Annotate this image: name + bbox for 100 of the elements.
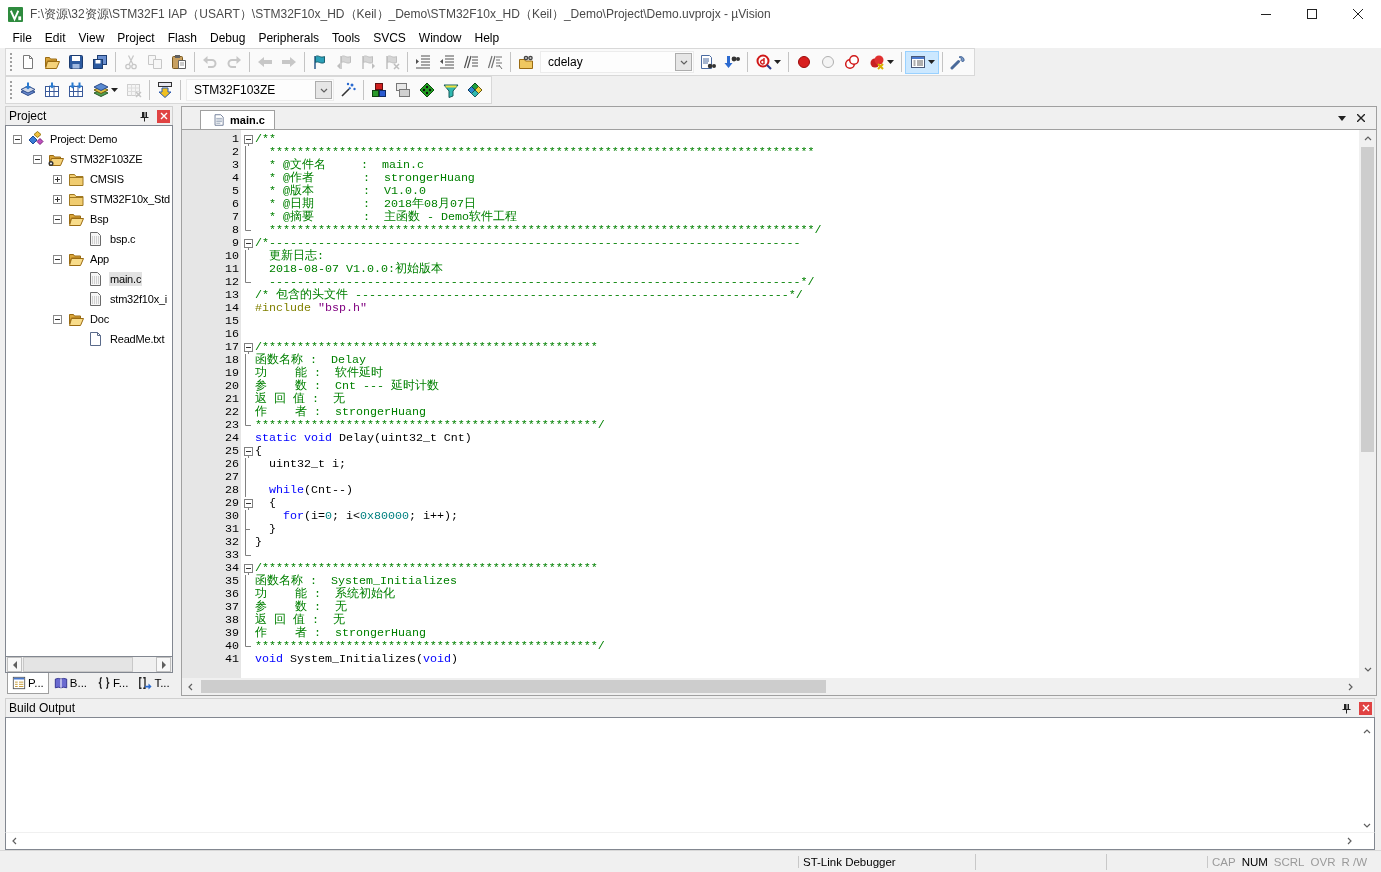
menu-item[interactable]: Help bbox=[468, 31, 506, 45]
maximize-icon bbox=[1307, 9, 1317, 19]
line-number: 24 bbox=[224, 432, 240, 445]
close-icon bbox=[1353, 9, 1363, 19]
brackets-arrow-icon bbox=[138, 676, 153, 690]
tree-item[interactable]: Project: Demo bbox=[49, 132, 119, 146]
page-icon bbox=[213, 113, 226, 127]
code-line: *************************************************/ bbox=[255, 419, 605, 432]
collapse-icon[interactable] bbox=[13, 134, 22, 144]
panel-tab[interactable]: P... bbox=[7, 673, 49, 694]
panel-tab[interactable]: F... bbox=[92, 673, 134, 694]
menu-item[interactable]: Project bbox=[110, 31, 162, 45]
grid-down-arrow-icon bbox=[44, 82, 60, 98]
up-chevron-icon bbox=[1363, 135, 1372, 142]
menu-item[interactable]: View bbox=[72, 31, 111, 45]
line-number: 2 bbox=[231, 146, 240, 159]
scroll-left-button[interactable] bbox=[7, 657, 22, 672]
code-line: uint32_t i; bbox=[269, 458, 346, 471]
code-line: 参 数 : 无 bbox=[255, 601, 347, 614]
pin-button[interactable] bbox=[1342, 702, 1351, 714]
expand-icon[interactable] bbox=[53, 174, 62, 184]
tree-item[interactable]: App bbox=[89, 252, 110, 266]
folder-icon bbox=[68, 171, 84, 187]
wrench-icon bbox=[950, 54, 966, 70]
line-number: 1 bbox=[231, 133, 240, 146]
tab-list-button[interactable] bbox=[1338, 115, 1346, 121]
collapse-icon[interactable] bbox=[244, 497, 253, 510]
source-file-icon bbox=[88, 291, 104, 307]
tree-item[interactable]: Doc bbox=[89, 312, 110, 326]
code-line: ****************************************************************************** bbox=[269, 146, 815, 159]
caret-icon bbox=[773, 60, 781, 64]
collapse-icon[interactable] bbox=[53, 314, 62, 324]
code-line: void System_Initializes(void) bbox=[255, 653, 458, 666]
scroll-thumb[interactable] bbox=[1361, 147, 1374, 452]
code-line: /************************************************ bbox=[255, 341, 598, 354]
menu-item[interactable]: Peripherals bbox=[251, 31, 326, 45]
line-number: 7 bbox=[231, 211, 240, 224]
tree-item[interactable]: Bsp bbox=[89, 212, 110, 226]
collapse-icon[interactable] bbox=[244, 562, 253, 575]
grip-icon bbox=[9, 52, 13, 72]
two-rings-icon bbox=[844, 54, 860, 70]
tree-item[interactable]: STM32F103ZE bbox=[69, 152, 144, 166]
menu-item[interactable]: File bbox=[6, 31, 39, 45]
line-number: 37 bbox=[224, 601, 240, 614]
caret-icon bbox=[927, 60, 935, 64]
combo-field[interactable]: STM32F103ZE bbox=[186, 79, 334, 101]
blank-page-icon bbox=[20, 54, 36, 70]
menu-item[interactable]: Tools bbox=[325, 31, 367, 45]
pin-button[interactable] bbox=[140, 110, 149, 122]
text-file-icon bbox=[88, 331, 104, 347]
code-line: * @版本 : V1.0.0 bbox=[269, 185, 426, 198]
stacked-floppy-disks-icon bbox=[92, 54, 108, 70]
code-line: /* 包含的头文件 --------------------------------------------------------------*/ bbox=[255, 289, 803, 302]
close-panel-button[interactable] bbox=[157, 109, 170, 123]
curved-arrow-icon bbox=[202, 54, 218, 70]
collapse-icon[interactable] bbox=[53, 254, 62, 264]
code-line: 返 回 值 : 无 bbox=[255, 393, 345, 406]
menu-item[interactable]: Window bbox=[412, 31, 468, 45]
tree-item[interactable]: CMSIS bbox=[89, 172, 125, 186]
collapse-icon[interactable] bbox=[53, 214, 62, 224]
tree-item[interactable]: stm32f10x_i bbox=[109, 292, 169, 306]
code-line: 作 者 : strongerHuang bbox=[255, 627, 426, 640]
tree-item[interactable]: main.c bbox=[109, 272, 143, 286]
grid-cross-icon bbox=[126, 82, 142, 98]
menu-item[interactable]: Flash bbox=[161, 31, 204, 45]
pin-icon bbox=[1342, 702, 1351, 714]
collapse-icon[interactable] bbox=[244, 445, 253, 458]
menu-item[interactable]: Edit bbox=[38, 31, 73, 45]
line-number: 4 bbox=[231, 172, 240, 185]
scroll-thumb[interactable] bbox=[23, 657, 133, 672]
close-panel-button[interactable] bbox=[1359, 701, 1372, 715]
close-tab-button[interactable] bbox=[1357, 114, 1365, 122]
window-button[interactable] bbox=[905, 50, 939, 74]
menu-item[interactable]: Debug bbox=[203, 31, 252, 45]
line-number: 41 bbox=[224, 653, 240, 666]
right-arrow-icon bbox=[281, 54, 297, 70]
tree-item[interactable]: bsp.c bbox=[109, 232, 137, 246]
code-line: /** bbox=[255, 133, 276, 146]
tree-item[interactable]: STM32F10x_Std bbox=[89, 192, 171, 206]
file-tab[interactable]: main.c bbox=[200, 110, 275, 129]
expand-icon[interactable] bbox=[53, 194, 62, 204]
collapse-icon[interactable] bbox=[244, 237, 253, 250]
collapse-icon[interactable] bbox=[33, 154, 42, 164]
line-number: 20 bbox=[224, 380, 240, 393]
panel-tab[interactable]: T... bbox=[133, 673, 175, 694]
stacked-blocks-icon bbox=[371, 82, 387, 98]
caret-icon bbox=[679, 58, 688, 66]
status-indicator: NUM bbox=[1241, 855, 1268, 868]
status-indicator: SCRL bbox=[1273, 855, 1305, 868]
collapse-icon[interactable] bbox=[244, 133, 253, 146]
scroll-right-button[interactable] bbox=[156, 657, 171, 672]
menu-item[interactable]: SVCS bbox=[366, 31, 413, 45]
grid-double-arrow-icon bbox=[68, 82, 84, 98]
code-line: static void Delay(uint32_t Cnt) bbox=[255, 432, 472, 445]
collapse-icon[interactable] bbox=[244, 341, 253, 354]
code-line: * @作者 : strongerHuang bbox=[269, 172, 475, 185]
combo-field[interactable]: cdelay bbox=[540, 51, 694, 73]
scroll-thumb[interactable] bbox=[201, 680, 826, 693]
panel-tab[interactable]: B... bbox=[48, 673, 93, 694]
tree-item[interactable]: ReadMe.txt bbox=[109, 332, 166, 346]
